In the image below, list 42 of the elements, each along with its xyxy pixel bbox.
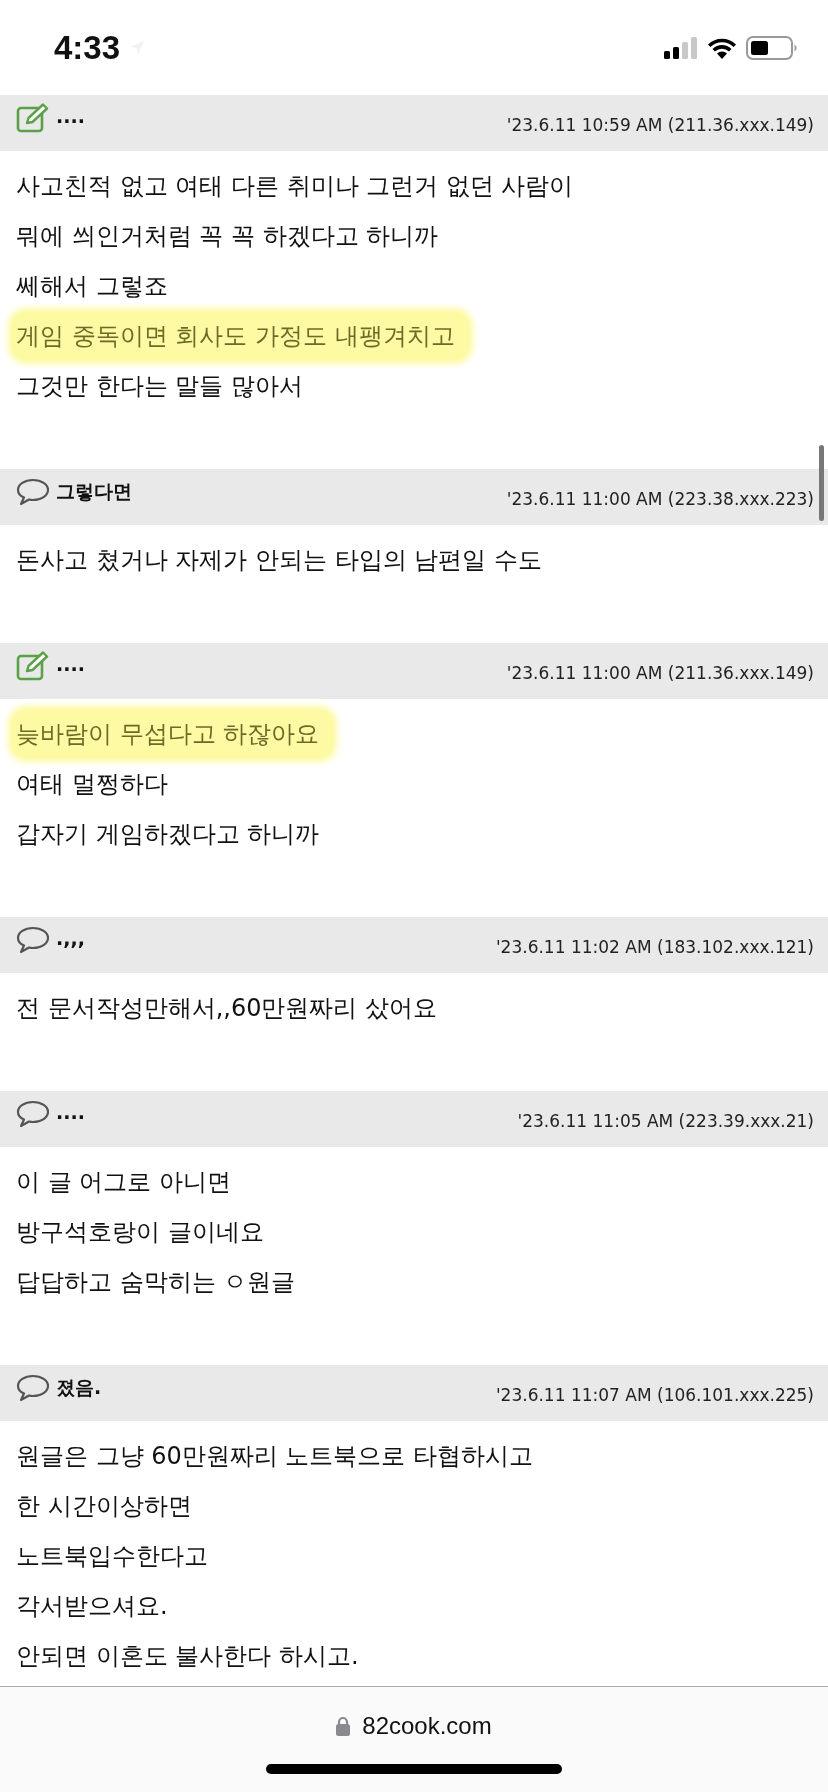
comment-text: 돈사고 쳤거나 자제가 안되는 타입의 남편일 수도	[15, 545, 543, 576]
comment-text: 전 문서작성만해서,,60만원짜리 샀어요	[15, 993, 439, 1024]
comment-date: '23.6.11 11:02 AM (183.102.xxx.121)	[495, 937, 814, 957]
comment-author: ....	[56, 653, 85, 675]
speech-bubble-icon	[16, 1373, 50, 1403]
comment-text: 이 글 어그로 아니면	[15, 1167, 232, 1198]
comment-text: 뭐에 씌인거처럼 꼭 꼭 하겠다고 하니까	[15, 221, 440, 252]
comment-text: 각서받으셔요.	[15, 1591, 169, 1622]
comment-date: '23.6.11 11:05 AM (223.39.xxx.21)	[517, 1111, 814, 1131]
status-time: 4:33	[54, 28, 121, 67]
comment-date: '23.6.11 10:59 AM (211.36.xxx.149)	[506, 115, 814, 135]
comment-author: ....	[56, 1101, 85, 1123]
speech-bubble-icon	[16, 477, 50, 507]
comment-text: 갑자기 게임하겠다고 하니까	[15, 819, 321, 850]
comment-text: 늦바람이 무섭다고 하잖아요	[12, 710, 334, 758]
comment-text: 게임 중독이면 회사도 가정도 내팽겨치고	[12, 312, 469, 360]
comment-date: '23.6.11 11:00 AM (223.38.xxx.223)	[506, 489, 814, 509]
lock-icon	[336, 1716, 351, 1736]
comment-text: 답답하고 숨막히는 ㅇ원글	[15, 1267, 297, 1298]
signal-icon	[664, 36, 698, 59]
battery-icon	[746, 35, 798, 60]
address-url[interactable]: 82cook.com	[362, 1712, 492, 1740]
comment-author: .,,,	[56, 927, 85, 949]
speech-bubble-icon	[16, 1099, 50, 1129]
pencil-square-icon	[16, 103, 50, 133]
comment-date: '23.6.11 11:07 AM (106.101.xxx.225)	[495, 1385, 814, 1405]
comment-author: ....	[56, 105, 85, 127]
pencil-square-icon	[16, 651, 50, 681]
comment-text: 방구석호랑이 글이네요	[15, 1217, 265, 1248]
comment-author: 그렇다면	[56, 479, 132, 504]
comment-text: 원글은 그냥 60만원짜리 노트북으로 타협하시고	[15, 1441, 535, 1472]
comment-text: 사고친적 없고 여태 다른 취미나 그런거 없던 사람이	[15, 171, 575, 202]
comment-text: 쎄해서 그렇죠	[15, 271, 169, 302]
comment-text: 한 시간이상하면	[15, 1491, 193, 1522]
comment-author: 졌음.	[56, 1375, 102, 1400]
comment-text: 여태 멀쩡하다	[15, 769, 169, 800]
comment-date: '23.6.11 11:00 AM (211.36.xxx.149)	[506, 663, 814, 683]
wifi-icon	[707, 36, 737, 59]
comment-text: 안되면 이혼도 불사한다 하시고.	[15, 1641, 360, 1672]
speech-bubble-icon	[16, 925, 50, 955]
comment-text: 노트북입수한다고	[15, 1541, 209, 1572]
comment-text: 그것만 한다는 말들 많아서	[15, 371, 304, 402]
